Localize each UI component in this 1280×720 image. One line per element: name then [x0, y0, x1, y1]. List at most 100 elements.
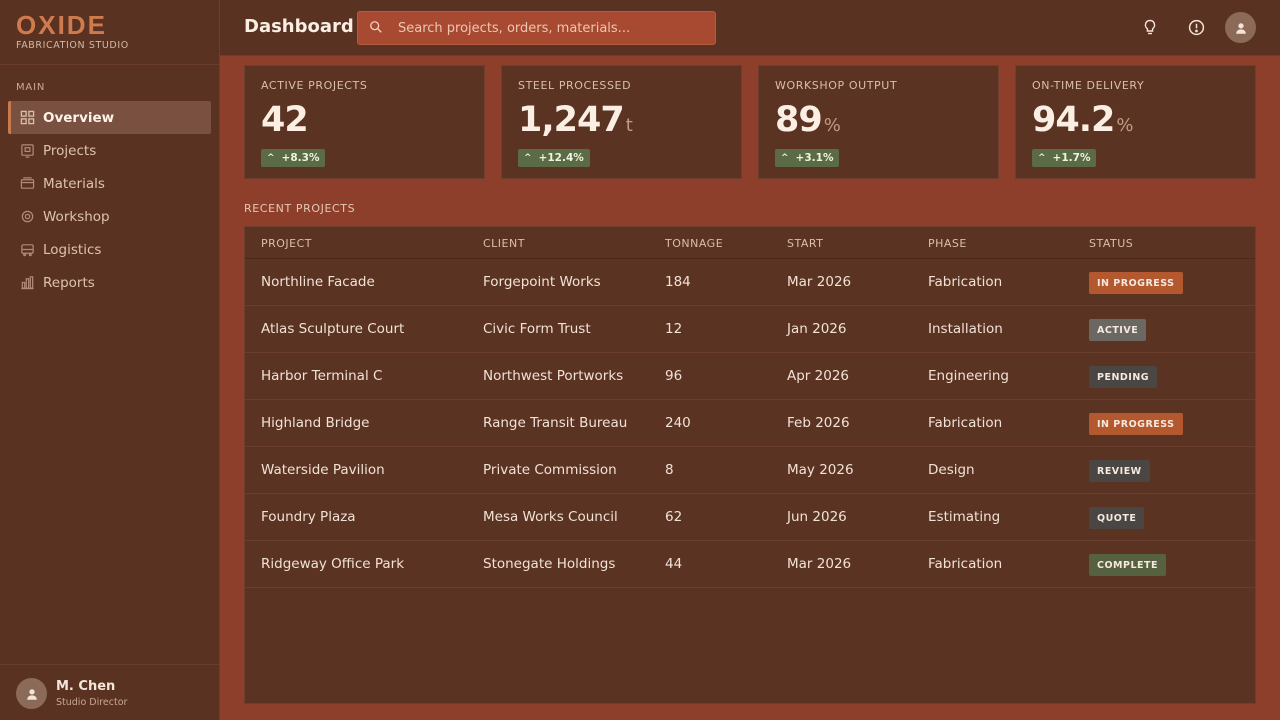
- kpi-label: WORKSHOP OUTPUT: [775, 79, 898, 92]
- table-body: Northline Facade Forgepoint Works 184 Mar 2…: [245, 259, 1255, 588]
- start-cell: Jun 2026: [787, 509, 847, 525]
- kpi-delta-badge: ^ +3.1%: [775, 149, 840, 167]
- column-header-client[interactable]: CLIENT: [483, 237, 525, 250]
- sidebar: OXIDE FABRICATION STUDIO MAIN Overview P…: [0, 0, 220, 720]
- client-cell: Civic Form Trust: [483, 321, 591, 337]
- kpi-delta-badge: ^ +1.7%: [1032, 149, 1097, 167]
- status-badge: PENDING: [1089, 366, 1158, 388]
- tonnage-cell: 96: [665, 368, 683, 384]
- kpi-card-workshop-output: WORKSHOP OUTPUT 89% ^ +3.1%: [758, 65, 999, 179]
- sidebar-nav: Overview Projects Materials Workshop Log…: [8, 101, 211, 299]
- status-badge: IN PROGRESS: [1089, 413, 1183, 435]
- column-header-project[interactable]: PROJECT: [261, 237, 312, 250]
- start-cell: Mar 2026: [787, 274, 852, 290]
- column-header-status[interactable]: STATUS: [1089, 237, 1133, 250]
- table-row[interactable]: Northline Facade Forgepoint Works 184 Mar 2…: [245, 259, 1255, 306]
- sidebar-item-projects[interactable]: Projects: [8, 134, 211, 167]
- kpi-value: 1,247 t: [518, 100, 633, 140]
- start-cell: Jan 2026: [787, 321, 847, 337]
- sidebar-item-logistics[interactable]: Logistics: [8, 233, 211, 266]
- search-input[interactable]: [398, 12, 708, 44]
- search-box[interactable]: [357, 11, 716, 45]
- phase-cell: Fabrication: [928, 274, 1003, 290]
- alert-icon[interactable]: [1186, 17, 1206, 37]
- brand: OXIDE FABRICATION STUDIO: [16, 10, 129, 51]
- sidebar-item-label: Reports: [43, 274, 95, 291]
- gear-icon: [19, 209, 35, 225]
- column-header-start[interactable]: START: [787, 237, 823, 250]
- caret-up-icon: ^: [524, 153, 532, 163]
- phase-cell: Installation: [928, 321, 1003, 337]
- kpi-delta-badge: ^ +8.3%: [261, 149, 326, 167]
- sidebar-item-label: Logistics: [43, 241, 102, 258]
- sidebar-item-materials[interactable]: Materials: [8, 167, 211, 200]
- table-header: PROJECT CLIENT TONNAGE START PHASE STATU…: [245, 227, 1255, 259]
- nav-section-label: MAIN: [16, 82, 46, 93]
- status-badge: REVIEW: [1089, 460, 1150, 482]
- lightbulb-icon[interactable]: [1140, 17, 1160, 37]
- client-cell: Stonegate Holdings: [483, 556, 616, 572]
- search-icon: [369, 19, 383, 38]
- table-row[interactable]: Highland Bridge Range Transit Bureau 240 Fe…: [245, 400, 1255, 447]
- phase-cell: Fabrication: [928, 415, 1003, 431]
- tonnage-cell: 62: [665, 509, 683, 525]
- tonnage-cell: 8: [665, 462, 674, 478]
- status-badge: ACTIVE: [1089, 319, 1147, 341]
- kpi-card-active-projects: ACTIVE PROJECTS 42 ^ +8.3%: [244, 65, 485, 179]
- bar-chart-icon: [19, 275, 35, 291]
- table-row[interactable]: Ridgeway Office Park Stonegate Holdings 44…: [245, 541, 1255, 588]
- grid-icon: [19, 110, 35, 126]
- kpi-label: ACTIVE PROJECTS: [261, 79, 368, 92]
- divider: [0, 64, 219, 65]
- caret-up-icon: ^: [1038, 153, 1046, 163]
- tonnage-cell: 12: [665, 321, 683, 337]
- sidebar-item-label: Overview: [43, 109, 115, 126]
- status-badge: COMPLETE: [1089, 554, 1166, 576]
- sidebar-item-label: Materials: [43, 175, 105, 192]
- user-icon: [1235, 22, 1246, 34]
- table-row[interactable]: Waterside Pavilion Private Commission 8 May…: [245, 447, 1255, 494]
- brand-logo-text: OXIDE: [16, 10, 107, 40]
- sidebar-item-label: Workshop: [43, 208, 110, 225]
- avatar[interactable]: [1225, 12, 1256, 43]
- avatar: [16, 678, 47, 709]
- column-header-phase[interactable]: PHASE: [928, 237, 967, 250]
- kpi-value: 89%: [775, 100, 841, 140]
- client-cell: Forgepoint Works: [483, 274, 601, 290]
- user-role: Studio Director: [56, 697, 128, 708]
- page-title: Dashboard: [244, 16, 354, 37]
- start-cell: Mar 2026: [787, 556, 852, 572]
- sidebar-item-overview[interactable]: Overview: [8, 101, 211, 134]
- sidebar-item-label: Projects: [43, 142, 97, 159]
- status-badge: QUOTE: [1089, 507, 1145, 529]
- tonnage-cell: 44: [665, 556, 683, 572]
- phase-cell: Engineering: [928, 368, 1009, 384]
- table-row[interactable]: Foundry Plaza Mesa Works Council 62 Jun 202…: [245, 494, 1255, 541]
- projects-icon: [19, 143, 35, 159]
- table-row[interactable]: Atlas Sculpture Court Civic Form Trust 12 J…: [245, 306, 1255, 353]
- project-cell: Atlas Sculpture Court: [261, 321, 405, 337]
- kpi-value: 42: [261, 100, 309, 140]
- table-row[interactable]: Harbor Terminal C Northwest Portworks 96 Ap…: [245, 353, 1255, 400]
- start-cell: May 2026: [787, 462, 854, 478]
- start-cell: Apr 2026: [787, 368, 850, 384]
- section-title: RECENT PROJECTS: [244, 202, 356, 215]
- project-cell: Ridgeway Office Park: [261, 556, 405, 572]
- user-icon: [26, 688, 37, 700]
- start-cell: Feb 2026: [787, 415, 850, 431]
- kpi-value: 94.2%: [1032, 100, 1134, 140]
- materials-icon: [19, 176, 35, 192]
- user-profile[interactable]: M. Chen Studio Director: [0, 664, 219, 720]
- phase-cell: Design: [928, 462, 975, 478]
- column-header-tonnage[interactable]: TONNAGE: [665, 237, 723, 250]
- sidebar-item-reports[interactable]: Reports: [8, 266, 211, 299]
- caret-up-icon: ^: [267, 153, 275, 163]
- truck-icon: [19, 242, 35, 258]
- user-name: M. Chen: [56, 679, 116, 694]
- project-cell: Highland Bridge: [261, 415, 370, 431]
- kpi-label: ON-TIME DELIVERY: [1032, 79, 1145, 92]
- top-bar: Dashboard: [220, 0, 1280, 56]
- client-cell: Private Commission: [483, 462, 617, 478]
- sidebar-item-workshop[interactable]: Workshop: [8, 200, 211, 233]
- client-cell: Northwest Portworks: [483, 368, 624, 384]
